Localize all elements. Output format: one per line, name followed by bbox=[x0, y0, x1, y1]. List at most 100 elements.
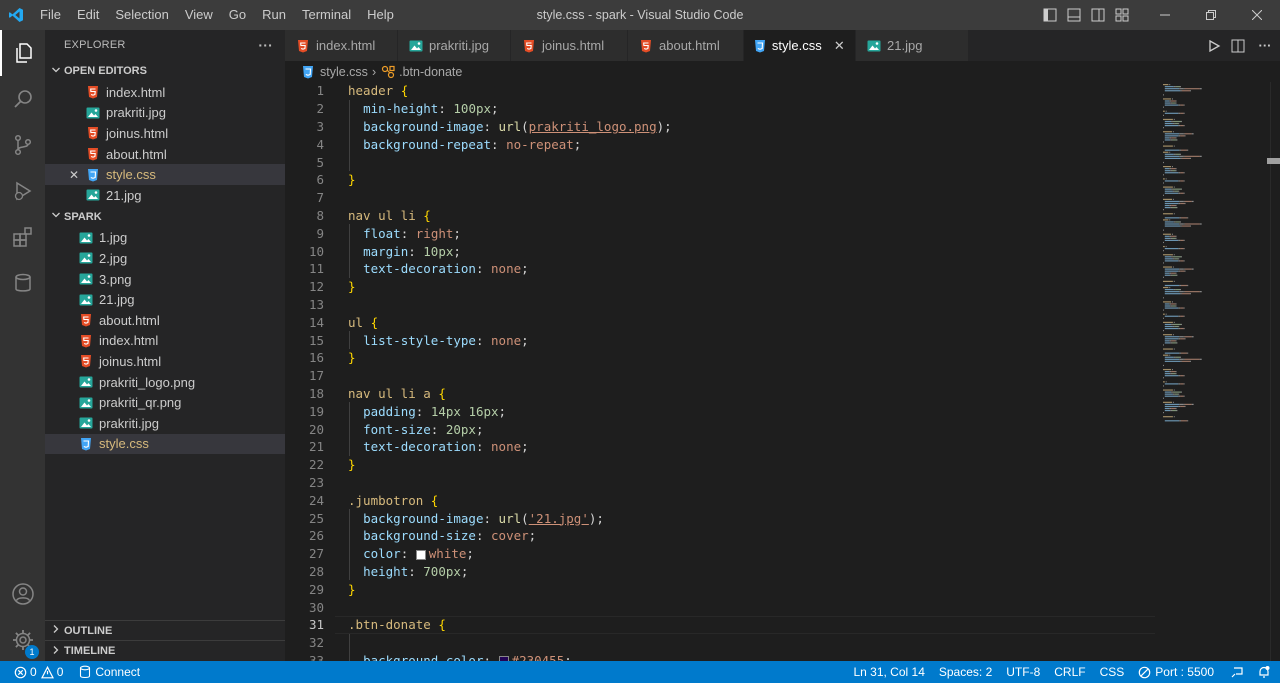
toggle-sidebar-icon[interactable] bbox=[1038, 0, 1062, 30]
breadcrumb-file[interactable]: style.css bbox=[320, 65, 368, 79]
code-line[interactable]: 4 background-repeat: no-repeat; bbox=[285, 135, 1155, 153]
indentation[interactable]: Spaces: 2 bbox=[932, 661, 999, 683]
extensions-icon[interactable] bbox=[0, 214, 45, 260]
tab-joinus-html[interactable]: joinus.html bbox=[511, 30, 628, 61]
code-line[interactable]: 22} bbox=[285, 456, 1155, 474]
file-tree-item[interactable]: 3.png bbox=[45, 269, 285, 290]
close-tab-icon[interactable]: ✕ bbox=[834, 38, 845, 54]
tab-21-jpg[interactable]: 21.jpg bbox=[856, 30, 969, 61]
code-line[interactable]: 16} bbox=[285, 349, 1155, 367]
close-window-icon[interactable] bbox=[1234, 0, 1280, 30]
open-editor-item[interactable]: ✕ style.css bbox=[45, 164, 285, 185]
scrollbar-thumb[interactable] bbox=[1267, 158, 1280, 164]
file-tree-item[interactable]: style.css bbox=[45, 433, 285, 455]
code-line[interactable]: 19 padding: 14px 16px; bbox=[285, 402, 1155, 420]
menu-selection[interactable]: Selection bbox=[107, 0, 176, 30]
explorer-icon[interactable] bbox=[0, 30, 45, 76]
open-editor-item[interactable]: index.html bbox=[45, 82, 285, 103]
toggle-secondary-sidebar-icon[interactable] bbox=[1086, 0, 1110, 30]
notifications-bell-icon[interactable] bbox=[1253, 661, 1280, 683]
open-editor-item[interactable]: 21.jpg bbox=[45, 185, 285, 206]
source-control-icon[interactable] bbox=[0, 122, 45, 168]
problems-status[interactable]: 0 0 bbox=[0, 661, 70, 683]
split-editor-icon[interactable] bbox=[1226, 31, 1250, 61]
code-line[interactable]: 7 bbox=[285, 189, 1155, 207]
color-swatch[interactable] bbox=[415, 549, 426, 560]
code-line[interactable]: 32 bbox=[285, 634, 1155, 652]
menu-edit[interactable]: Edit bbox=[69, 0, 107, 30]
live-server-status[interactable]: Port : 5500 bbox=[1131, 661, 1221, 683]
code-line[interactable]: 15 list-style-type: none; bbox=[285, 331, 1155, 349]
tab-about-html[interactable]: about.html bbox=[628, 30, 744, 61]
code-line[interactable]: 6} bbox=[285, 171, 1155, 189]
code-line[interactable]: 12} bbox=[285, 278, 1155, 296]
search-icon[interactable] bbox=[0, 76, 45, 122]
file-tree-item[interactable]: 2.jpg bbox=[45, 248, 285, 269]
file-tree-item[interactable]: prakriti_qr.png bbox=[45, 392, 285, 413]
code-line[interactable]: 18 nav ul li a { bbox=[285, 385, 1155, 403]
code-line[interactable]: 33 background-color: #230455; bbox=[285, 652, 1155, 661]
code-line[interactable]: 9 float: right; bbox=[285, 224, 1155, 242]
close-icon[interactable]: ✕ bbox=[67, 168, 81, 182]
restore-icon[interactable] bbox=[1188, 0, 1234, 30]
menu-run[interactable]: Run bbox=[254, 0, 294, 30]
open-editor-item[interactable]: prakriti.jpg bbox=[45, 103, 285, 124]
code-line[interactable]: 20 font-size: 20px; bbox=[285, 420, 1155, 438]
file-tree-item[interactable]: 1.jpg bbox=[45, 228, 285, 249]
cursor-position[interactable]: Ln 31, Col 14 bbox=[846, 661, 931, 683]
accounts-icon[interactable] bbox=[0, 571, 45, 617]
folder-section-spark[interactable]: SPARK bbox=[45, 206, 285, 228]
encoding[interactable]: UTF-8 bbox=[999, 661, 1047, 683]
more-actions-icon[interactable]: ··· bbox=[258, 37, 273, 53]
file-tree-item[interactable]: joinus.html bbox=[45, 351, 285, 372]
run-file-icon[interactable] bbox=[1202, 31, 1226, 61]
run-debug-icon[interactable] bbox=[0, 168, 45, 214]
code-line[interactable]: 8 nav ul li { bbox=[285, 207, 1155, 225]
open-editor-item[interactable]: joinus.html bbox=[45, 123, 285, 144]
code-line[interactable]: 30 bbox=[285, 598, 1155, 616]
minimize-icon[interactable] bbox=[1142, 0, 1188, 30]
code-line[interactable]: 3 background-image: url(prakriti_logo.pn… bbox=[285, 118, 1155, 136]
menu-go[interactable]: Go bbox=[221, 0, 254, 30]
code-line[interactable]: 27 color: white; bbox=[285, 545, 1155, 563]
code-line[interactable]: 23 bbox=[285, 474, 1155, 492]
code-line[interactable]: 2 min-height: 100px; bbox=[285, 100, 1155, 118]
code-line[interactable]: 25 background-image: url('21.jpg'); bbox=[285, 509, 1155, 527]
manage-gear-icon[interactable]: 1 bbox=[0, 617, 45, 663]
code-line[interactable]: 21 text-decoration: none; bbox=[285, 438, 1155, 456]
file-tree-item[interactable]: about.html bbox=[45, 310, 285, 331]
menu-file[interactable]: File bbox=[32, 0, 69, 30]
breadcrumb-symbol[interactable]: .btn-donate bbox=[399, 65, 462, 79]
code-line[interactable]: 28 height: 700px; bbox=[285, 563, 1155, 581]
menu-view[interactable]: View bbox=[177, 0, 221, 30]
timeline-section[interactable]: TIMELINE bbox=[45, 641, 285, 661]
tab-prakriti-jpg[interactable]: prakriti.jpg bbox=[398, 30, 511, 61]
code-line[interactable]: 5 bbox=[285, 153, 1155, 171]
open-editors-section[interactable]: OPEN EDITORS bbox=[45, 60, 285, 82]
code-line[interactable]: 1 header { bbox=[285, 82, 1155, 100]
database-icon[interactable] bbox=[0, 260, 45, 306]
code-line[interactable]: 10 margin: 10px; bbox=[285, 242, 1155, 260]
connect-status[interactable]: Connect bbox=[72, 661, 147, 683]
menu-help[interactable]: Help bbox=[359, 0, 402, 30]
feedback-icon[interactable] bbox=[1221, 661, 1253, 683]
vertical-scrollbar[interactable] bbox=[1270, 82, 1280, 661]
tab-style-css[interactable]: style.css ✕ bbox=[744, 30, 856, 61]
outline-section[interactable]: OUTLINE bbox=[45, 621, 285, 641]
more-actions-icon[interactable]: ··· bbox=[1250, 31, 1280, 61]
menu-terminal[interactable]: Terminal bbox=[294, 0, 359, 30]
end-of-line[interactable]: CRLF bbox=[1047, 661, 1092, 683]
code-line[interactable]: 17 bbox=[285, 367, 1155, 385]
file-tree-item[interactable]: index.html bbox=[45, 331, 285, 352]
code-line[interactable]: 13 bbox=[285, 296, 1155, 314]
open-editor-item[interactable]: about.html bbox=[45, 144, 285, 165]
code-line[interactable]: 31 .btn-donate { bbox=[285, 616, 1155, 634]
language-mode[interactable]: CSS bbox=[1093, 661, 1132, 683]
toggle-panel-icon[interactable] bbox=[1062, 0, 1086, 30]
file-tree-item[interactable]: prakriti.jpg bbox=[45, 413, 285, 434]
file-tree-item[interactable]: 21.jpg bbox=[45, 289, 285, 310]
tab-index-html[interactable]: index.html bbox=[285, 30, 398, 61]
file-tree-item[interactable]: prakriti_logo.png bbox=[45, 372, 285, 393]
code-line[interactable]: 11 text-decoration: none; bbox=[285, 260, 1155, 278]
minimap[interactable] bbox=[1162, 82, 1262, 661]
